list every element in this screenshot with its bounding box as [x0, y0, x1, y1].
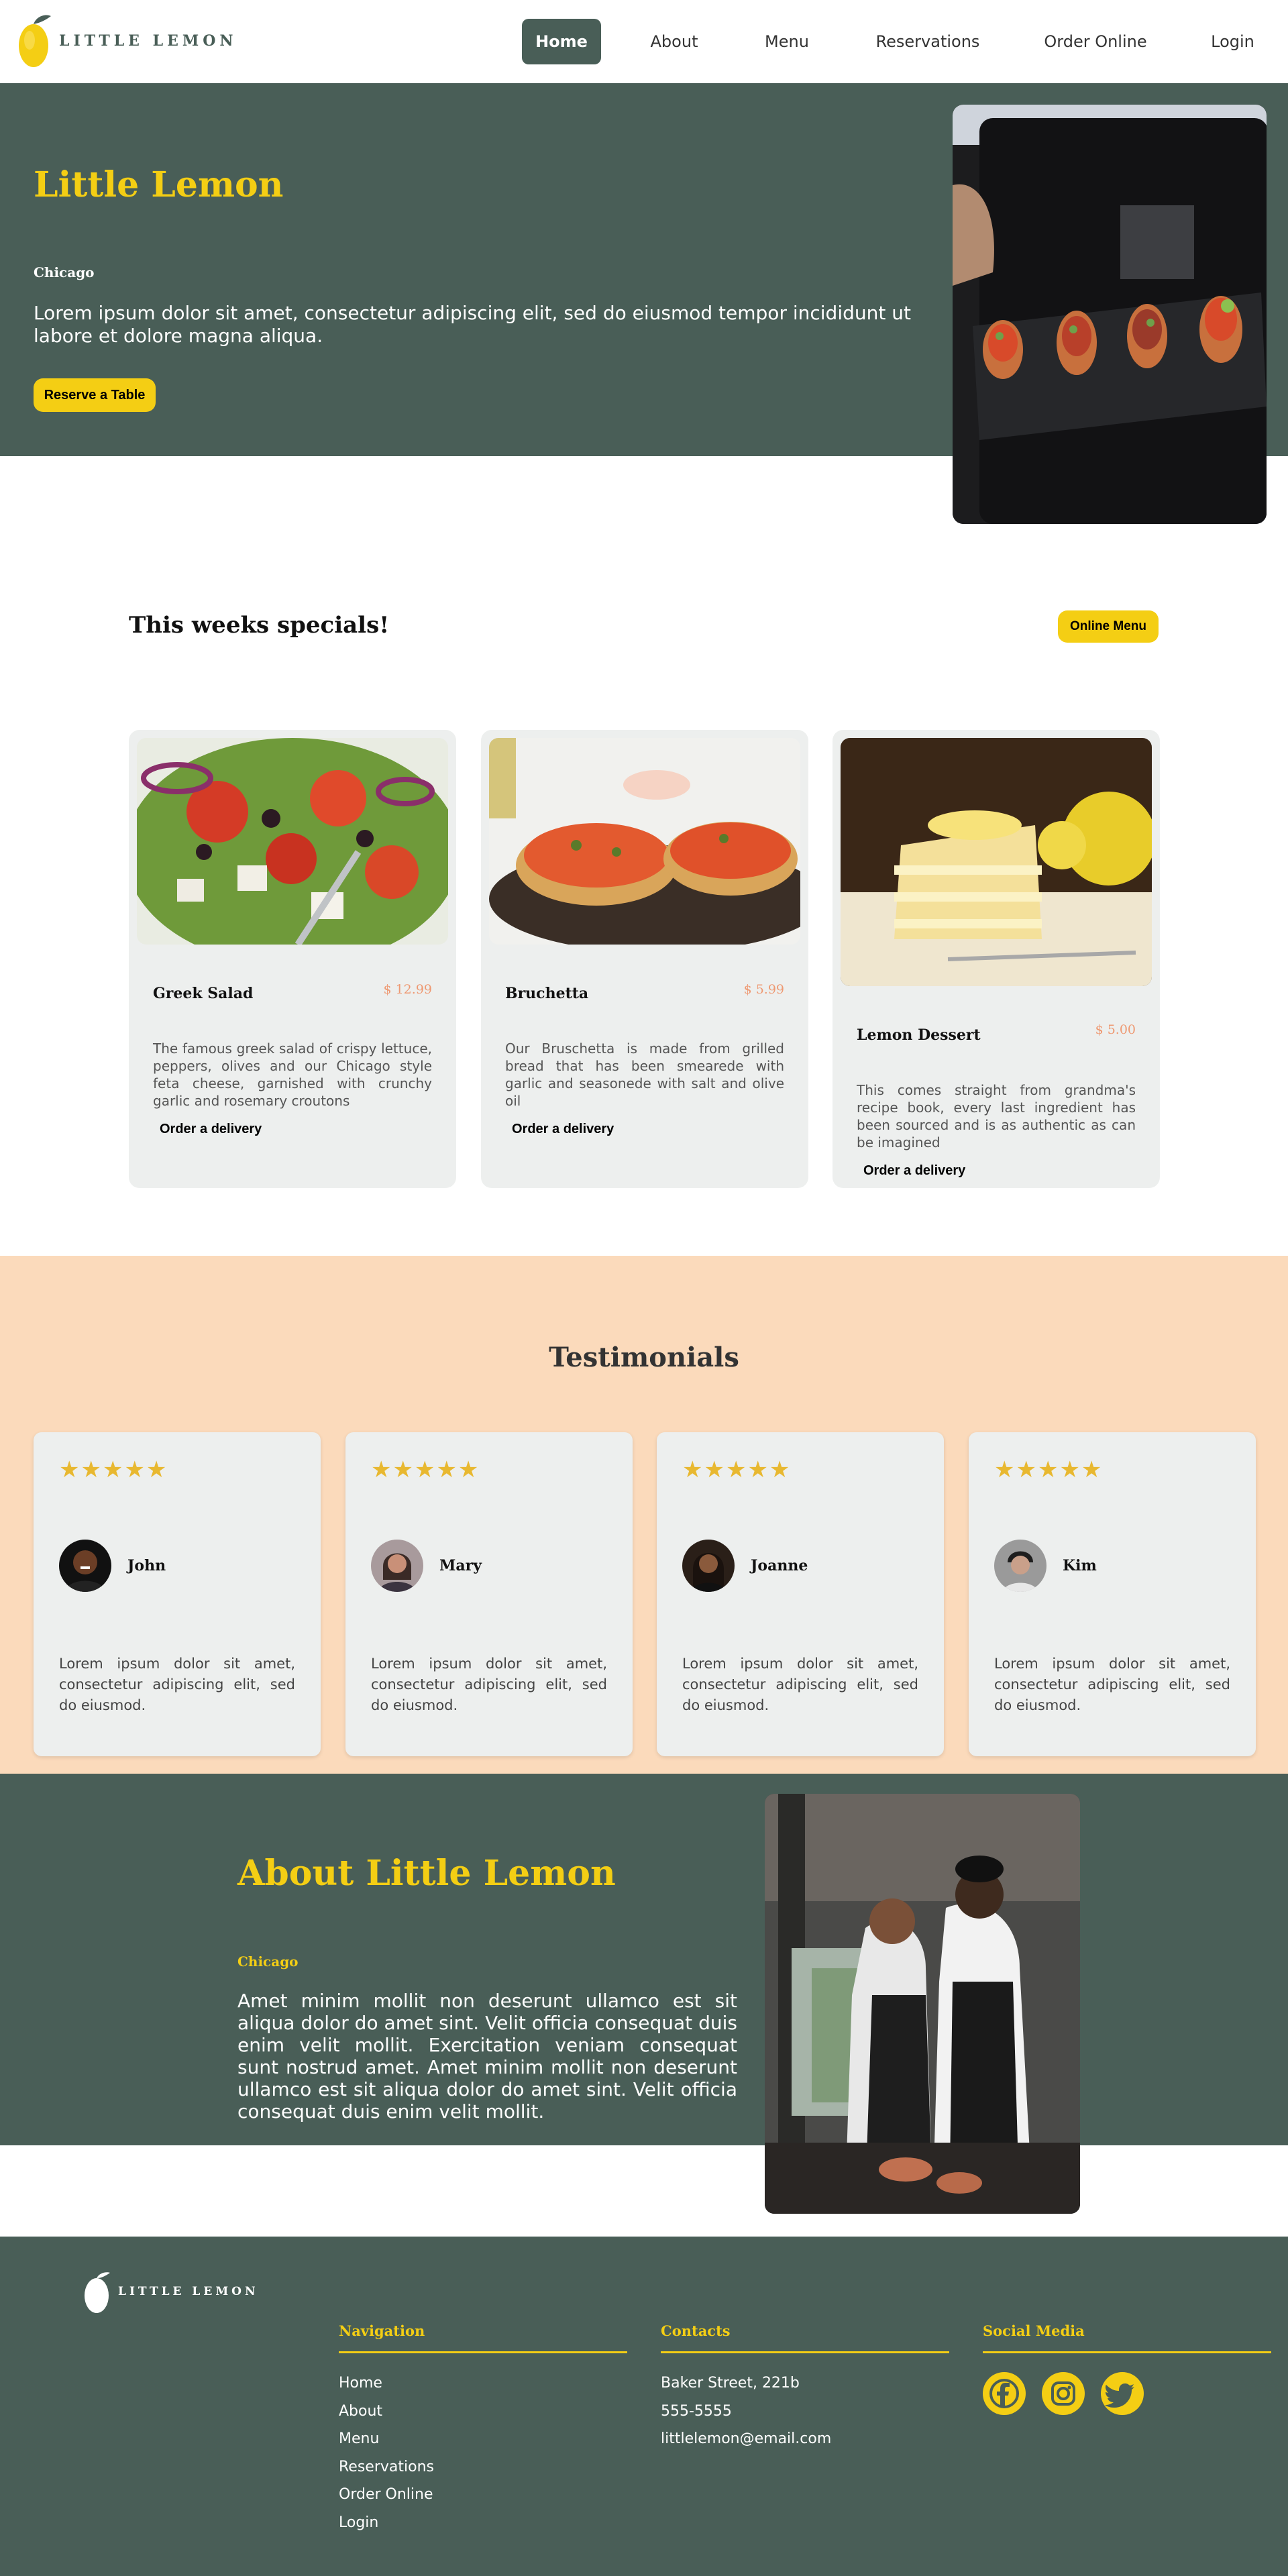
card-dish-name: Lemon Dessert	[857, 1026, 981, 1044]
footer-contacts-title: Contacts	[661, 2322, 731, 2339]
footer-link-order-online[interactable]: Order Online	[339, 2486, 433, 2503]
special-card-lemon-dessert[interactable]: Lemon Dessert $ 5.00 This comes straight…	[833, 730, 1160, 1188]
footer-social-title: Social Media	[983, 2322, 1085, 2339]
star-rating-icon: ★★★★★	[59, 1456, 168, 1483]
contact-email[interactable]: littlelemon@email.com	[661, 2430, 831, 2447]
facebook-icon[interactable]	[983, 2372, 1026, 2415]
hero-subtitle: Chicago	[34, 264, 95, 280]
card-dish-name: Greek Salad	[153, 985, 254, 1002]
avatar	[59, 1540, 111, 1592]
testimonial-text: Lorem ipsum dolor sit amet, consectetur …	[994, 1656, 1230, 1713]
lemon-logo-icon[interactable]	[16, 12, 54, 72]
footer-link-reservations[interactable]: Reservations	[339, 2459, 434, 2475]
online-menu-button[interactable]: Online Menu	[1058, 610, 1159, 643]
hero-description: Lorem ipsum dolor sit amet, consectetur …	[34, 302, 911, 347]
testimonial-text: Lorem ipsum dolor sit amet, consectetur …	[59, 1656, 295, 1713]
about-image-chefs	[765, 1794, 1080, 2214]
nav-link-login[interactable]: Login	[1194, 19, 1271, 64]
card-description: The famous greek salad of crispy lettuce…	[153, 1040, 432, 1109]
reviewer-name: John	[127, 1557, 166, 1574]
top-navbar: LITTLE LEMON Home About Menu Reservation…	[0, 0, 1288, 83]
card-dish-name: Bruchetta	[505, 985, 589, 1002]
testimonial-card: ★★★★★ Mary Lorem ipsum dolor sit amet, c…	[345, 1432, 633, 1756]
testimonial-card: ★★★★★ Kim Lorem ipsum dolor sit amet, co…	[969, 1432, 1256, 1756]
contact-address: Baker Street, 221b	[661, 2375, 800, 2392]
star-rating-icon: ★★★★★	[994, 1456, 1104, 1483]
nav-link-reservations[interactable]: Reservations	[862, 19, 994, 64]
contact-phone[interactable]: 555-5555	[661, 2403, 732, 2420]
hero-image-bruschetta-platter	[953, 105, 1267, 524]
bruchetta-image	[489, 738, 800, 945]
special-card-greek-salad[interactable]: Greek Salad $ 12.99 The famous greek sal…	[129, 730, 456, 1188]
about-title: About Little Lemon	[237, 1853, 616, 1894]
about-subtitle: Chicago	[237, 1953, 299, 1970]
card-price: $ 5.99	[743, 982, 784, 997]
twitter-icon[interactable]	[1101, 2372, 1144, 2415]
footer-link-menu[interactable]: Menu	[339, 2430, 379, 2447]
star-rating-icon: ★★★★★	[682, 1456, 792, 1483]
footer-navigation-title: Navigation	[339, 2322, 425, 2339]
testimonial-card: ★★★★★ John Lorem ipsum dolor sit amet, c…	[34, 1432, 321, 1756]
card-description: Our Bruschetta is made from grilled brea…	[505, 1040, 784, 1109]
footer-logo-wordmark[interactable]: LITTLE LEMON	[118, 2285, 259, 2298]
order-delivery-link[interactable]: Order a delivery	[512, 1122, 614, 1137]
card-description: This comes straight from grandma's recip…	[857, 1082, 1136, 1150]
card-price: $ 5.00	[1095, 1022, 1136, 1037]
special-card-bruchetta[interactable]: Bruchetta $ 5.99 Our Bruschetta is made …	[481, 730, 808, 1188]
divider	[339, 2351, 627, 2353]
card-price: $ 12.99	[383, 982, 432, 997]
testimonial-card: ★★★★★ Joanne Lorem ipsum dolor sit amet,…	[657, 1432, 944, 1756]
reviewer-name: Mary	[439, 1557, 482, 1574]
order-delivery-link[interactable]: Order a delivery	[863, 1163, 965, 1179]
logo-wordmark[interactable]: LITTLE LEMON	[59, 32, 237, 50]
testimonials-heading: Testimonials	[549, 1342, 739, 1373]
testimonial-text: Lorem ipsum dolor sit amet, consectetur …	[682, 1656, 918, 1713]
avatar	[371, 1540, 423, 1592]
lemon-dessert-image	[841, 738, 1152, 986]
footer-link-about[interactable]: About	[339, 2403, 382, 2420]
reviewer-name: Joanne	[751, 1557, 808, 1574]
avatar	[994, 1540, 1046, 1592]
greek-salad-image	[137, 738, 448, 945]
footer-lemon-logo-icon[interactable]	[82, 2270, 111, 2316]
order-delivery-link[interactable]: Order a delivery	[160, 1122, 262, 1137]
nav-link-home[interactable]: Home	[522, 19, 601, 64]
divider	[661, 2351, 949, 2353]
about-description: Amet minim mollit non deserunt ullamco e…	[237, 1990, 737, 2123]
reviewer-name: Kim	[1063, 1557, 1097, 1574]
divider	[983, 2351, 1271, 2353]
instagram-icon[interactable]	[1042, 2372, 1085, 2415]
specials-heading: This weeks specials!	[129, 612, 390, 639]
avatar	[682, 1540, 735, 1592]
star-rating-icon: ★★★★★	[371, 1456, 480, 1483]
nav-link-about[interactable]: About	[627, 19, 721, 64]
nav-link-menu[interactable]: Menu	[741, 19, 833, 64]
nav-link-order-online[interactable]: Order Online	[1032, 19, 1159, 64]
footer-link-home[interactable]: Home	[339, 2375, 382, 2392]
footer-link-login[interactable]: Login	[339, 2514, 378, 2531]
testimonial-text: Lorem ipsum dolor sit amet, consectetur …	[371, 1656, 607, 1713]
hero-title: Little Lemon	[34, 164, 284, 205]
reserve-table-button[interactable]: Reserve a Table	[34, 378, 156, 412]
